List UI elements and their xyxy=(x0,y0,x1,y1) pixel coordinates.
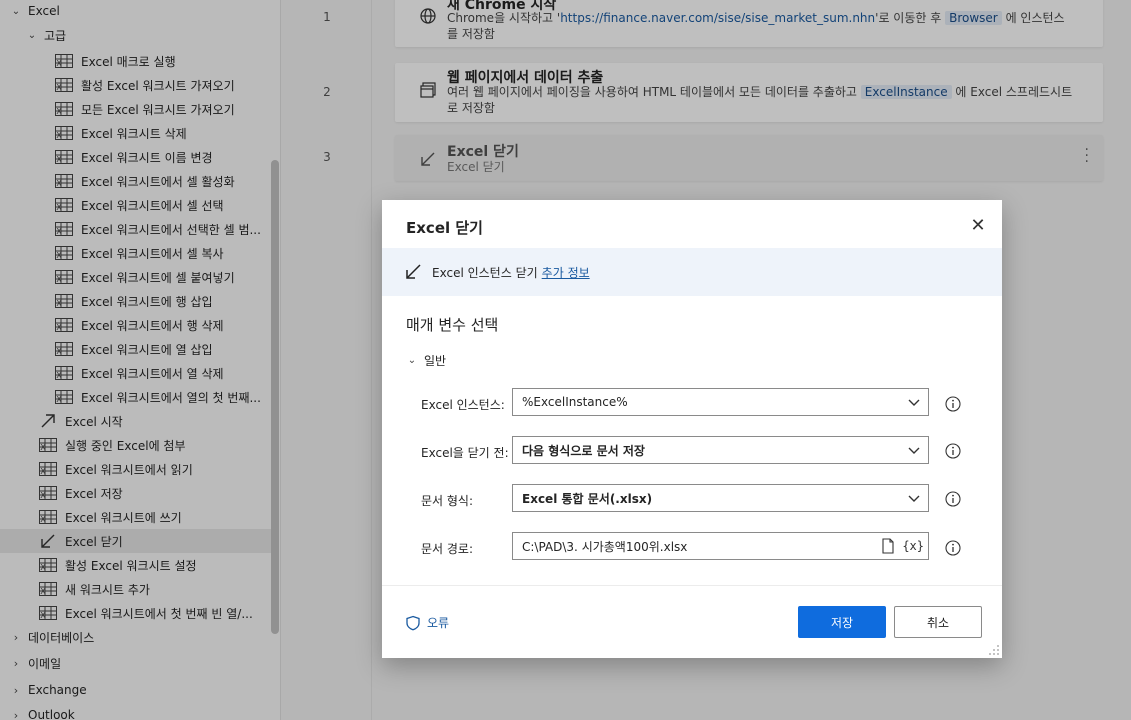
field-label-document-path: 문서 경로: xyxy=(421,542,474,556)
dropdown-value: 다음 형식으로 문서 저장 xyxy=(522,443,645,458)
chevron-down-icon: ⌄ xyxy=(407,355,417,366)
close-excel-arrow-icon xyxy=(406,264,421,279)
group-label: 일반 xyxy=(424,354,447,368)
variable-picker-button[interactable]: {x} xyxy=(902,539,924,553)
document-format-dropdown[interactable]: Excel 통합 문서(.xlsx) xyxy=(512,484,929,512)
before-close-dropdown[interactable]: 다음 형식으로 문서 저장 xyxy=(512,436,929,464)
save-button[interactable]: 저장 xyxy=(798,606,886,638)
info-bar: Excel 인스턴스 닫기 추가 정보 xyxy=(382,248,1002,296)
close-excel-dialog: Excel 닫기 ✕ Excel 인스턴스 닫기 추가 정보 매개 변수 선택 … xyxy=(382,200,1002,658)
info-icon[interactable] xyxy=(945,443,961,459)
file-picker-icon[interactable] xyxy=(880,538,896,554)
chevron-down-icon xyxy=(908,447,920,454)
close-icon: ✕ xyxy=(970,214,986,236)
dialog-title: Excel 닫기 xyxy=(406,219,483,237)
cancel-button[interactable]: 취소 xyxy=(894,606,982,638)
document-path-input[interactable]: C:\PAD\3. 시가총액100위.xlsx {x} xyxy=(512,532,929,560)
dropdown-value: Excel 통합 문서(.xlsx) xyxy=(522,491,653,506)
info-icon[interactable] xyxy=(945,491,961,507)
on-error-link[interactable]: 오류 xyxy=(405,614,449,631)
group-general-toggle[interactable]: ⌄ 일반 xyxy=(406,352,446,369)
info-icon[interactable] xyxy=(945,540,961,556)
dropdown-value: %ExcelInstance% xyxy=(522,395,628,409)
chevron-down-icon xyxy=(908,495,920,502)
footer-divider xyxy=(382,585,1002,586)
field-label-document-format: 문서 형식: xyxy=(421,494,474,508)
excel-instance-dropdown[interactable]: %ExcelInstance% xyxy=(512,388,929,416)
info-text: Excel 인스턴스 닫기 xyxy=(432,265,538,280)
input-value: C:\PAD\3. 시가총액100위.xlsx xyxy=(522,539,688,554)
field-label-excel-instance: Excel 인스턴스: xyxy=(421,398,505,412)
section-title: 매개 변수 선택 xyxy=(406,316,499,334)
input-tools: {x} xyxy=(880,538,924,554)
field-label-before-close: Excel을 닫기 전: xyxy=(421,446,509,460)
chevron-down-icon xyxy=(908,399,920,406)
info-icon[interactable] xyxy=(945,396,961,412)
shield-icon xyxy=(406,615,420,630)
more-info-link[interactable]: 추가 정보 xyxy=(542,264,590,281)
error-label: 오류 xyxy=(427,616,450,630)
resize-grip-icon[interactable] xyxy=(988,644,1000,656)
close-button[interactable]: ✕ xyxy=(966,214,990,236)
